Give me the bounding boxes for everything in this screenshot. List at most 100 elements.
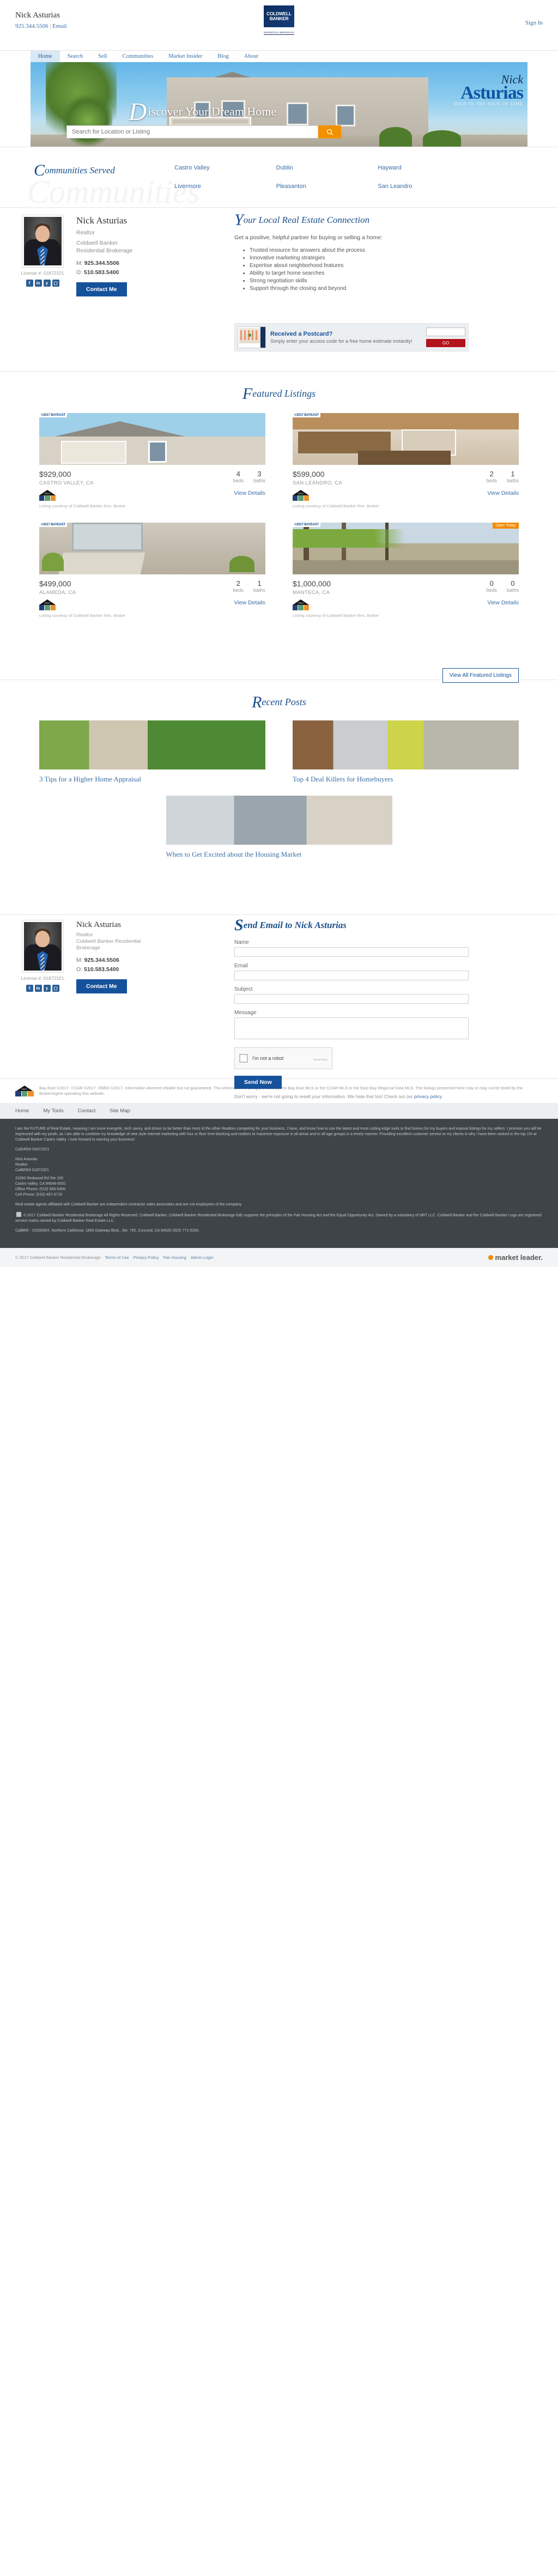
community-link-pleasanton[interactable]: Pleasanton <box>276 183 378 190</box>
mls-badge: ©2017 BAYEAST <box>39 413 67 417</box>
message-textarea[interactable] <box>234 1017 469 1039</box>
blog-post-card[interactable]: 3 Tips for a Higher Home Appraisal <box>39 720 265 784</box>
listing-photo[interactable]: ©2017 BAYEAST <box>39 523 265 574</box>
listing-photo[interactable]: ©2017 BAYEAST <box>293 413 519 465</box>
recaptcha-brand: reCAPTCHA <box>313 1058 327 1061</box>
community-link-castro-valley[interactable]: Castro Valley <box>174 165 276 171</box>
listing-meta: $1,000,000 MANTECA, CA 0 beds 0 baths <box>293 574 519 596</box>
community-link-hayward[interactable]: Hayward <box>378 165 480 171</box>
postcard-submit-button[interactable]: GO <box>426 339 465 347</box>
privacy-policy-link[interactable]: Privacy Policy <box>134 1255 159 1260</box>
mls-year: ©2017 <box>298 602 304 604</box>
search-button[interactable] <box>318 125 341 138</box>
listing-card[interactable]: ©2017 BAYEAST $499,000 ALAMEDA, CA 2 beds… <box>39 523 265 618</box>
header-email-link[interactable]: Email <box>52 23 66 29</box>
yelp-icon[interactable]: y <box>43 985 51 992</box>
blog-post-card[interactable]: When to Get Excited about the Housing Ma… <box>166 796 392 859</box>
post-thumbnail[interactable] <box>39 720 265 769</box>
admin-login-link[interactable]: Admin Login <box>191 1255 214 1260</box>
listing-beds-baths: 2 beds 1 baths <box>233 579 265 596</box>
nav-item-blog[interactable]: Blog <box>210 51 236 63</box>
privacy-note: Don't worry - we're not going to resell … <box>234 1094 469 1100</box>
footer-link-my-tools[interactable]: My Tools <box>43 1108 63 1114</box>
view-details-link[interactable]: View Details <box>487 599 519 606</box>
connection-bullet: Ability to target home searches <box>250 270 463 277</box>
nav-item-sell[interactable]: Sell <box>90 51 114 63</box>
access-code-input[interactable] <box>426 328 465 336</box>
post-title[interactable]: Top 4 Deal Killers for Homebuyers <box>293 775 519 784</box>
footer-link-home[interactable]: Home <box>15 1108 29 1114</box>
posts-title-rest: ecent Posts <box>262 696 306 707</box>
post-thumbnail[interactable] <box>293 720 519 769</box>
listing-card[interactable]: ©2017 BAYEAST $929,000 CASTRO VALLEY, CA… <box>39 413 265 508</box>
hero-tagline: Discover Your Dream Home <box>129 99 276 124</box>
blog-post-card[interactable]: Top 4 Deal Killers for Homebuyers <box>293 720 519 784</box>
contact-me-button[interactable]: Contact Me <box>76 282 127 296</box>
agent-office-number[interactable]: 510.583.5400 <box>84 966 119 973</box>
recent-posts-title: Recent Posts <box>0 694 558 711</box>
fair-housing-link[interactable]: Fair Housing <box>163 1255 186 1260</box>
linkedin-icon[interactable]: in <box>34 985 42 992</box>
view-details-link[interactable]: View Details <box>234 490 265 496</box>
mls-logo: ©2017 <box>39 599 56 610</box>
nav-item-home[interactable]: Home <box>31 51 60 63</box>
post-title[interactable]: 3 Tips for a Higher Home Appraisal <box>39 775 265 784</box>
post-title[interactable]: When to Get Excited about the Housing Ma… <box>166 850 392 859</box>
communities-served-section: Communities Communities Served Castro Va… <box>0 147 558 208</box>
subject-field-group: Subject <box>234 986 469 1004</box>
listing-card[interactable]: ©2017 BAYEAST Open Today $1,000,000 MANT… <box>293 523 519 618</box>
connection-title-end: Real Estate Connection <box>280 215 370 225</box>
facebook-icon[interactable]: f <box>26 280 33 287</box>
agent-office-label: O: <box>76 269 83 276</box>
equal-housing-icon <box>16 1212 21 1217</box>
yelp-icon[interactable]: y <box>43 280 51 287</box>
brand-mark: COLDWELL BANKER <box>264 5 294 27</box>
footer-link-site-map[interactable]: Site Map <box>110 1108 130 1114</box>
name-input[interactable] <box>234 947 469 957</box>
nav-item-search[interactable]: Search <box>60 51 91 63</box>
hero-shrub <box>423 130 461 147</box>
instagram-icon[interactable]: ▢ <box>52 280 59 287</box>
listing-photo[interactable]: ©2017 BAYEAST <box>39 413 265 465</box>
listing-courtesy: Listing courtesy of Coldwell Banker Res.… <box>39 613 126 618</box>
baths-label: baths <box>253 478 265 483</box>
agent-mobile-number[interactable]: 925.344.5506 <box>84 957 119 963</box>
privacy-policy-link[interactable]: privacy policy <box>414 1094 442 1099</box>
nav-item-market-insider[interactable]: Market Insider <box>161 51 210 63</box>
linkedin-icon[interactable]: in <box>34 280 42 287</box>
email-input[interactable] <box>234 971 469 980</box>
send-now-button[interactable]: Send Now <box>234 1076 282 1089</box>
nav-item-communities[interactable]: Communities <box>115 51 161 63</box>
listing-photo[interactable]: ©2017 BAYEAST Open Today <box>293 523 519 574</box>
terms-of-use-link[interactable]: Terms of Use <box>105 1255 129 1260</box>
view-details-link[interactable]: View Details <box>487 490 519 496</box>
footer-copyright-notice: © 2017 Coldwell Banker Residential Broke… <box>15 1212 543 1224</box>
header-phone-link[interactable]: 925.344.5506 <box>15 23 48 29</box>
instagram-icon[interactable]: ▢ <box>52 985 59 992</box>
search-input[interactable] <box>66 125 318 138</box>
agent-details: Nick Asturias Realtor Coldwell Banker Re… <box>76 215 147 296</box>
nav-item-about[interactable]: About <box>236 51 266 63</box>
name-field-group: Name <box>234 940 469 957</box>
recaptcha-widget[interactable]: I'm not a robot reCAPTCHA <box>234 1047 332 1069</box>
facebook-icon[interactable]: f <box>26 985 33 992</box>
footer-agent-name: Nick Asturias <box>15 1157 38 1161</box>
community-link-livermore[interactable]: Livermore <box>174 183 276 190</box>
footer-link-contact[interactable]: Contact <box>78 1108 96 1114</box>
postcard-title: Received a Postcard? <box>270 330 333 337</box>
view-details-link[interactable]: View Details <box>234 599 265 606</box>
coldwell-banker-logo[interactable]: COLDWELL BANKER RESIDENTIAL BROKERAGE <box>264 5 294 35</box>
community-link-dublin[interactable]: Dublin <box>276 165 378 171</box>
agent-office-number[interactable]: 510.583.5400 <box>84 269 119 276</box>
recaptcha-checkbox[interactable] <box>239 1054 248 1063</box>
agent-mobile-number[interactable]: 925.344.5506 <box>84 260 119 266</box>
post-thumbnail[interactable] <box>166 796 392 845</box>
subject-input[interactable] <box>234 994 469 1004</box>
agent-office-label: O: <box>76 966 83 973</box>
listing-card[interactable]: ©2017 BAYEAST $599,000 SAN LEANDRO, CA 2… <box>293 413 519 508</box>
market-leader-logo[interactable]: market leader. <box>488 1253 543 1262</box>
sign-in-link[interactable]: Sign In <box>525 20 543 26</box>
contact-me-button[interactable]: Contact Me <box>76 979 127 993</box>
community-link-san-leandro[interactable]: San Leandro <box>378 183 480 190</box>
beds-label: beds <box>233 587 244 593</box>
